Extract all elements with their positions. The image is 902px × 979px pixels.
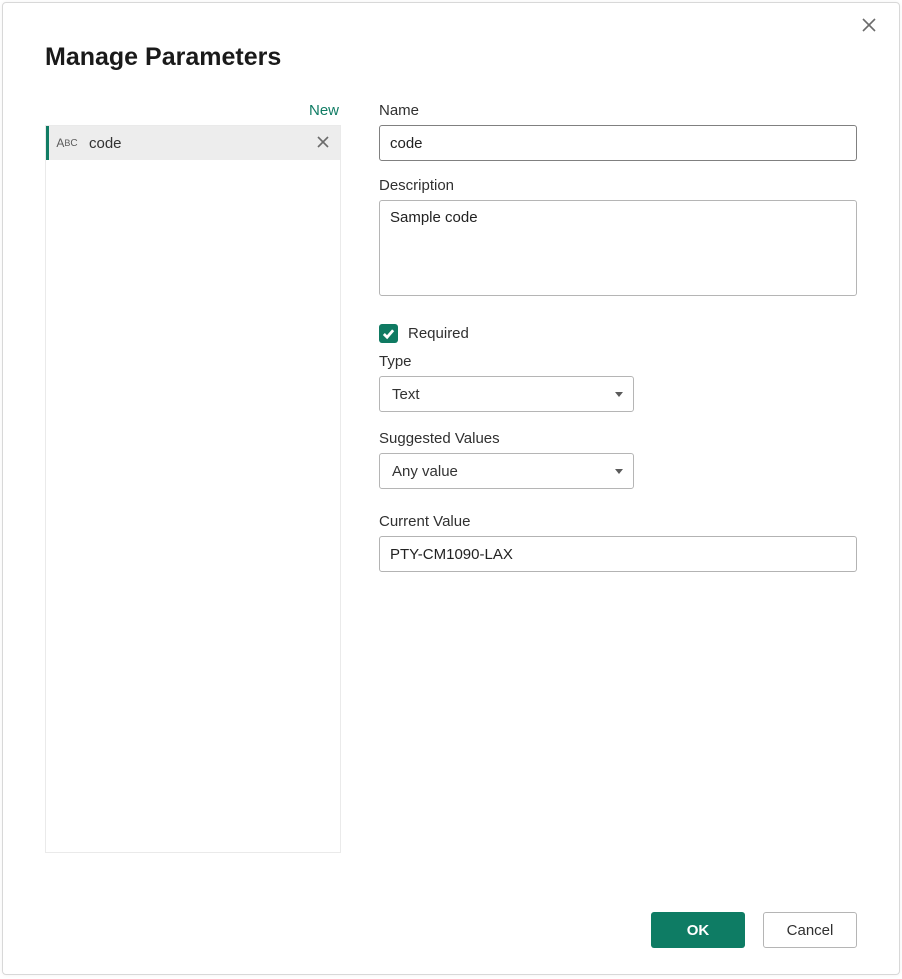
name-label: Name xyxy=(379,102,857,119)
description-label: Description xyxy=(379,177,857,194)
required-row: Required xyxy=(379,324,857,343)
delete-parameter-icon[interactable] xyxy=(316,135,332,151)
cancel-button[interactable]: Cancel xyxy=(763,912,857,948)
description-input[interactable] xyxy=(379,200,857,296)
dialog-body: New ABC code Name Description xyxy=(45,102,857,853)
text-type-icon: ABC xyxy=(55,136,79,150)
parameter-form: Name Description Required Type Text Sugg… xyxy=(379,102,857,853)
current-value-label: Current Value xyxy=(379,513,857,530)
required-label: Required xyxy=(408,325,469,342)
parameter-list-item[interactable]: ABC code xyxy=(46,126,340,160)
close-icon[interactable] xyxy=(861,17,881,37)
parameter-list-panel: New ABC code xyxy=(45,102,341,853)
name-input[interactable] xyxy=(379,125,857,161)
dialog-title: Manage Parameters xyxy=(45,43,857,72)
required-checkbox[interactable] xyxy=(379,324,398,343)
chevron-down-icon xyxy=(615,392,623,397)
dialog-footer: OK Cancel xyxy=(651,912,857,948)
type-select[interactable]: Text xyxy=(379,376,634,412)
suggested-values-select[interactable]: Any value xyxy=(379,453,634,489)
chevron-down-icon xyxy=(615,469,623,474)
parameter-item-name: code xyxy=(79,135,316,152)
ok-button[interactable]: OK xyxy=(651,912,745,948)
suggested-values-value: Any value xyxy=(392,463,458,480)
current-value-input[interactable] xyxy=(379,536,857,572)
suggested-values-label: Suggested Values xyxy=(379,430,857,447)
type-label: Type xyxy=(379,353,857,370)
new-parameter-link[interactable]: New xyxy=(45,102,341,119)
parameter-list: ABC code xyxy=(45,125,341,853)
manage-parameters-dialog: Manage Parameters New ABC code Name xyxy=(2,2,900,975)
type-select-value: Text xyxy=(392,386,420,403)
